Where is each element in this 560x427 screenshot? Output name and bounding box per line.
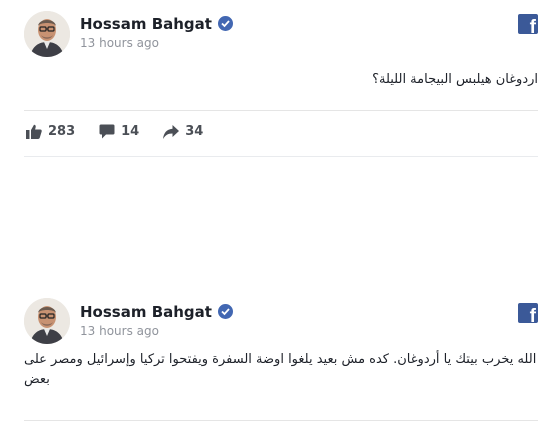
verified-badge-icon (217, 16, 233, 31)
reaction-bar: 283 14 34 (26, 124, 227, 139)
facebook-icon[interactable]: f (518, 14, 538, 34)
post-card-1: Hossam Bahgat 13 hours ago f اردوغان هيل… (0, 0, 560, 160)
post-timestamp[interactable]: 13 hours ago (80, 324, 159, 338)
post-bottom-divider (24, 156, 538, 157)
avatar[interactable] (24, 11, 70, 57)
post-text: اردوغان هيلبس البيجامة الليلة؟ (372, 72, 538, 87)
like-icon (26, 124, 42, 139)
share-icon (163, 124, 180, 139)
post-text: الله يخرب بيتك يا أردوغان. كده مش بعيد ي… (24, 352, 537, 387)
like-button[interactable]: 283 (26, 124, 75, 139)
comment-count: 14 (121, 124, 140, 139)
post-card-2: Hossam Bahgat 13 hours ago f الله يخرب ب… (0, 290, 560, 427)
avatar[interactable] (24, 298, 70, 344)
verified-badge-icon (217, 304, 233, 319)
author-name[interactable]: Hossam Bahgat (80, 303, 233, 321)
comment-icon (99, 124, 115, 139)
share-button[interactable]: 34 (163, 124, 203, 139)
divider (24, 420, 538, 421)
divider (24, 110, 538, 111)
post-timestamp[interactable]: 13 hours ago (80, 36, 159, 50)
author-name[interactable]: Hossam Bahgat (80, 15, 233, 33)
comment-button[interactable]: 14 (99, 124, 139, 139)
facebook-icon[interactable]: f (518, 303, 538, 323)
author-name-text[interactable]: Hossam Bahgat (80, 15, 212, 33)
share-count: 34 (185, 124, 204, 139)
like-count: 283 (48, 124, 76, 139)
author-name-text[interactable]: Hossam Bahgat (80, 303, 212, 321)
